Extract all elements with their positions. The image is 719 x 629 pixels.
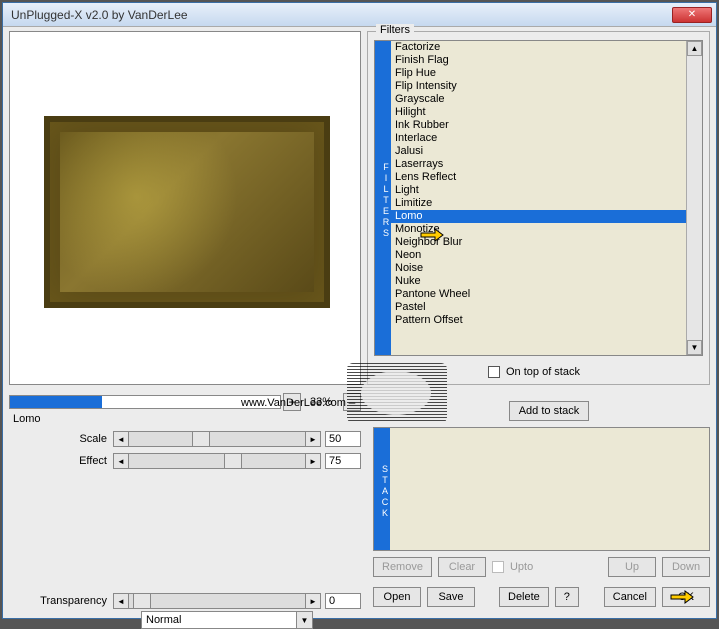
- delete-button[interactable]: Delete: [499, 587, 549, 607]
- filter-item[interactable]: Flip Hue: [391, 67, 686, 80]
- scale-slider: ◄ ►: [113, 431, 321, 447]
- on-top-label: On top of stack: [506, 366, 580, 378]
- upto-checkbox[interactable]: [492, 561, 504, 573]
- dialog-window: UnPlugged-X v2.0 by VanDerLee ✕ + 33% – …: [2, 2, 717, 619]
- filter-item[interactable]: Grayscale: [391, 93, 686, 106]
- filter-item[interactable]: Ink Rubber: [391, 119, 686, 132]
- add-to-stack-button[interactable]: Add to stack: [509, 401, 589, 421]
- effect-thumb[interactable]: [224, 453, 242, 469]
- filter-item[interactable]: Interlace: [391, 132, 686, 145]
- transp-left-arrow[interactable]: ◄: [113, 593, 129, 609]
- save-button[interactable]: Save: [427, 587, 475, 607]
- upto-label: Upto: [510, 561, 533, 573]
- transp-thumb[interactable]: [133, 593, 151, 609]
- help-button[interactable]: ?: [555, 587, 579, 607]
- filters-strip: FILTERS: [375, 41, 391, 355]
- scale-label: Scale: [9, 433, 113, 445]
- current-filter-label: Lomo: [13, 413, 41, 425]
- scroll-down-icon[interactable]: ▼: [687, 340, 702, 355]
- filter-item[interactable]: Jalusi: [391, 145, 686, 158]
- scroll-up-icon[interactable]: ▲: [687, 41, 702, 56]
- filters-group: Filters FILTERS FactorizeFinish FlagFlip…: [367, 31, 710, 385]
- stack-strip: STACK: [374, 428, 390, 550]
- filter-item[interactable]: Factorize: [391, 41, 686, 54]
- preview-panel: [9, 31, 361, 385]
- effect-left-arrow[interactable]: ◄: [113, 453, 129, 469]
- filter-item[interactable]: Flip Intensity: [391, 80, 686, 93]
- bottom-buttons-row: Open Save Delete ? Cancel OK: [373, 587, 710, 607]
- filter-item[interactable]: Pastel: [391, 301, 686, 314]
- title-bar[interactable]: UnPlugged-X v2.0 by VanDerLee ✕: [3, 3, 716, 27]
- blend-row: Normal ▼: [9, 611, 361, 629]
- client-area: + 33% – Lomo Scale ◄ ► Effect ◄ ►: [3, 27, 716, 618]
- transparency-label: Transparency: [9, 595, 113, 607]
- window-title: UnPlugged-X v2.0 by VanDerLee: [7, 8, 672, 22]
- effect-label: Effect: [9, 455, 113, 467]
- filter-item[interactable]: Neighbor Blur: [391, 236, 686, 249]
- params-panel: Scale ◄ ► Effect ◄ ►: [9, 429, 361, 473]
- effect-right-arrow[interactable]: ►: [305, 453, 321, 469]
- preview-image[interactable]: [44, 116, 330, 308]
- upto-group: Upto: [492, 561, 533, 573]
- filter-item[interactable]: Limitize: [391, 197, 686, 210]
- filter-item[interactable]: Hilight: [391, 106, 686, 119]
- vendor-url: www.VanDerLee.com: [241, 397, 346, 409]
- filter-item[interactable]: Lens Reflect: [391, 171, 686, 184]
- effect-track[interactable]: [129, 453, 305, 469]
- transparency-row: Transparency ◄ ►: [9, 591, 361, 613]
- close-button[interactable]: ✕: [672, 7, 712, 23]
- param-scale-row: Scale ◄ ►: [9, 429, 361, 449]
- scale-right-arrow[interactable]: ►: [305, 431, 321, 447]
- down-button[interactable]: Down: [662, 557, 710, 577]
- filter-scrollbar[interactable]: ▲ ▼: [686, 41, 702, 355]
- filter-listbox: FILTERS FactorizeFinish FlagFlip HueFlip…: [374, 40, 703, 356]
- filter-item[interactable]: Monotize: [391, 223, 686, 236]
- on-top-row: On top of stack: [488, 366, 580, 378]
- filter-list-inner[interactable]: FactorizeFinish FlagFlip HueFlip Intensi…: [391, 41, 686, 355]
- ok-button[interactable]: OK: [662, 587, 710, 607]
- cancel-button[interactable]: Cancel: [604, 587, 656, 607]
- filter-item[interactable]: Laserrays: [391, 158, 686, 171]
- scale-thumb[interactable]: [192, 431, 210, 447]
- filter-item[interactable]: Neon: [391, 249, 686, 262]
- transp-track[interactable]: [129, 593, 305, 609]
- up-button[interactable]: Up: [608, 557, 656, 577]
- blend-mode-select[interactable]: Normal ▼: [141, 611, 313, 629]
- effect-slider: ◄ ►: [113, 453, 321, 469]
- transparency-slider: ◄ ►: [113, 593, 321, 609]
- filters-legend: Filters: [376, 24, 414, 36]
- blend-value: Normal: [146, 614, 181, 626]
- effect-value[interactable]: [325, 453, 361, 469]
- filter-item[interactable]: Nuke: [391, 275, 686, 288]
- transparency-value[interactable]: [325, 593, 361, 609]
- on-top-checkbox[interactable]: [488, 366, 500, 378]
- stack-inner[interactable]: [390, 428, 709, 550]
- filter-item[interactable]: Lomo: [391, 210, 686, 223]
- filter-item[interactable]: Finish Flag: [391, 54, 686, 67]
- chevron-down-icon: ▼: [296, 612, 312, 628]
- filter-item[interactable]: Pattern Offset: [391, 314, 686, 327]
- clear-button[interactable]: Clear: [438, 557, 486, 577]
- scale-value[interactable]: [325, 431, 361, 447]
- zoom-fill: [10, 396, 102, 408]
- filter-item[interactable]: Light: [391, 184, 686, 197]
- scale-track[interactable]: [129, 431, 305, 447]
- scale-left-arrow[interactable]: ◄: [113, 431, 129, 447]
- filter-item[interactable]: Noise: [391, 262, 686, 275]
- remove-button[interactable]: Remove: [373, 557, 432, 577]
- filter-item[interactable]: Pantone Wheel: [391, 288, 686, 301]
- transp-right-arrow[interactable]: ►: [305, 593, 321, 609]
- param-effect-row: Effect ◄ ►: [9, 451, 361, 471]
- stack-listbox: STACK: [373, 427, 710, 551]
- open-button[interactable]: Open: [373, 587, 421, 607]
- stack-buttons-row: Remove Clear Upto Up Down: [373, 557, 710, 577]
